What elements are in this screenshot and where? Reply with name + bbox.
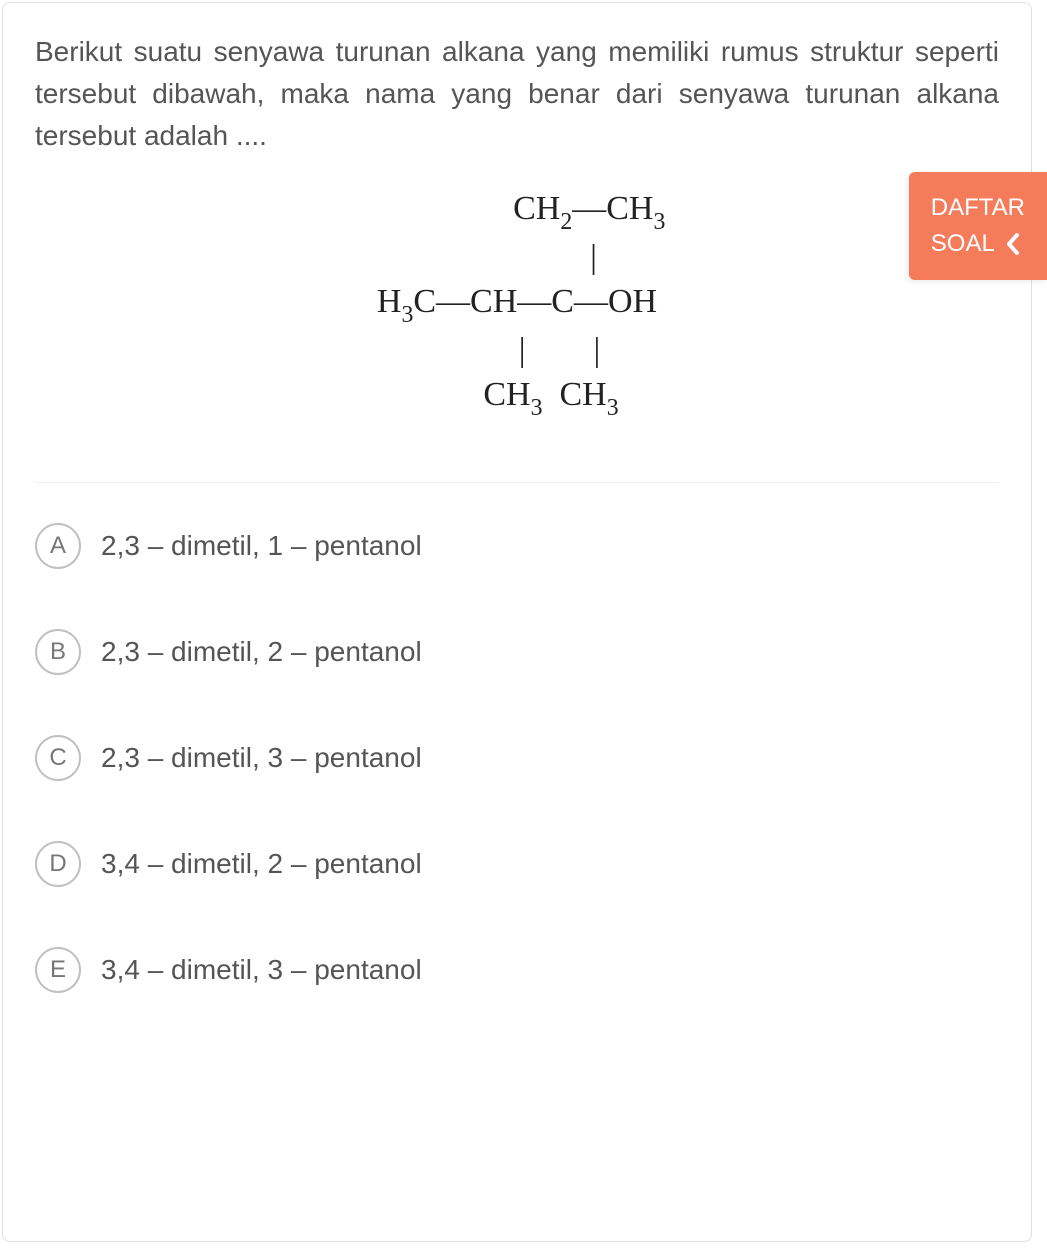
chem-line-1: CH2—CH3 — [35, 187, 999, 236]
option-text: 2,3 – dimetil, 2 – pentanol — [101, 636, 422, 668]
option-e[interactable]: E 3,4 – dimetil, 3 – pentanol — [35, 947, 999, 993]
side-tab-row2: SOAL — [931, 226, 1025, 262]
option-letter: E — [35, 947, 81, 993]
option-letter: C — [35, 735, 81, 781]
option-b[interactable]: B 2,3 – dimetil, 2 – pentanol — [35, 629, 999, 675]
option-letter: A — [35, 523, 81, 569]
option-a[interactable]: A 2,3 – dimetil, 1 – pentanol — [35, 523, 999, 569]
option-text: 2,3 – dimetil, 1 – pentanol — [101, 530, 422, 562]
chem-bond-1: | — [35, 236, 999, 280]
chem-bond-2: | | — [35, 329, 999, 373]
chemical-structure: CH2—CH3 | H3C—CH—C—OH | | CH3 CH3 — [35, 187, 999, 422]
question-text: Berikut suatu senyawa turunan alkana yan… — [35, 31, 999, 157]
option-letter: B — [35, 629, 81, 675]
question-list-tab[interactable]: DAFTAR SOAL — [909, 172, 1047, 280]
divider — [35, 482, 999, 483]
option-c[interactable]: C 2,3 – dimetil, 3 – pentanol — [35, 735, 999, 781]
chem-line-2: H3C—CH—C—OH — [35, 280, 999, 329]
option-letter: D — [35, 841, 81, 887]
chem-line-3: CH3 CH3 — [35, 373, 999, 422]
chevron-left-icon — [1005, 233, 1021, 255]
option-text: 3,4 – dimetil, 2 – pentanol — [101, 848, 422, 880]
options-list: A 2,3 – dimetil, 1 – pentanol B 2,3 – di… — [35, 523, 999, 993]
option-text: 2,3 – dimetil, 3 – pentanol — [101, 742, 422, 774]
question-card: Berikut suatu senyawa turunan alkana yan… — [2, 2, 1032, 1242]
option-d[interactable]: D 3,4 – dimetil, 2 – pentanol — [35, 841, 999, 887]
option-text: 3,4 – dimetil, 3 – pentanol — [101, 954, 422, 986]
side-tab-line1: DAFTAR — [931, 190, 1025, 226]
side-tab-line2: SOAL — [931, 226, 995, 262]
